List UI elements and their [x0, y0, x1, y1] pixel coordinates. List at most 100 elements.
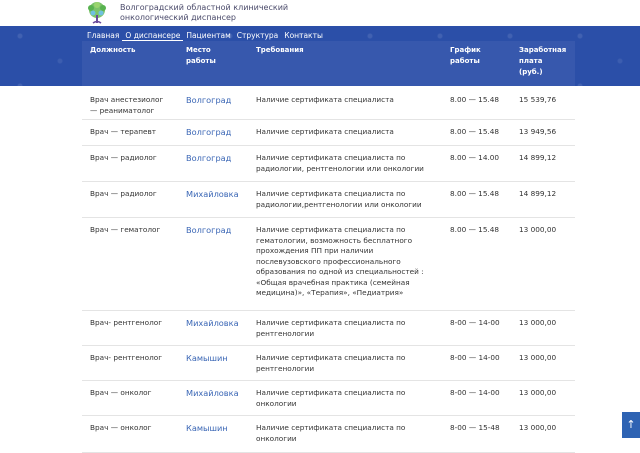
header-salary-l2: плата: [519, 57, 543, 65]
requirements-cell-line: Наличие сертификата специалиста по: [256, 153, 406, 162]
schedule-cell-line: 8-00 — 14-00: [450, 388, 500, 397]
position-cell: Врач — гематолог: [90, 225, 185, 236]
requirements-cell-line: образования по одной из специальностей :: [256, 267, 424, 276]
requirements-cell: Наличие сертификата специалиста: [256, 95, 446, 106]
schedule-cell: 8.00 — 15.48: [450, 95, 514, 106]
header-position: Должность: [90, 46, 136, 54]
position-cell: Врач — терапевт: [90, 127, 185, 138]
location-link-line: Волгоград: [186, 225, 232, 235]
location-link-line: Волгоград: [186, 95, 232, 105]
requirements-cell-line: онкологии: [256, 398, 297, 408]
position-cell: Врач — радиолог: [90, 189, 185, 200]
table-row: Врач — гематолог Волгоград Наличие сертифи…: [82, 217, 575, 311]
schedule-cell-line: 8.00 — 14.00: [450, 153, 500, 162]
requirements-cell-line: Наличие сертификата специалиста по: [256, 189, 406, 198]
salary-cell: 13 000,00: [519, 423, 579, 434]
header-schedule-l1: График: [450, 46, 481, 54]
requirements-cell-line: Наличие сертификата специалиста по: [256, 353, 406, 362]
requirements-cell-line: онкологии: [256, 433, 297, 443]
location-link[interactable]: Волгоград: [186, 153, 256, 164]
table-row: Врач анестезиолог — реаниматолог Волгоград…: [82, 87, 575, 120]
location-link-line: Камышин: [186, 353, 228, 363]
position-cell: Врач- рентгенолог: [90, 318, 185, 329]
salary-cell-line: 15 539,76: [519, 95, 557, 104]
location-link[interactable]: Михайловка: [186, 318, 256, 329]
salary-cell: 13 000,00: [519, 388, 579, 399]
org-name-line1: Волгоградский областной клинический: [120, 3, 289, 12]
table-row: Врач — онколог Михайловка Наличие сертифик…: [82, 380, 575, 416]
requirements-cell-line: гематологии, возможность бесплатного: [256, 235, 413, 245]
salary-cell: 14 899,12: [519, 153, 579, 164]
table-row: Врач — онколог Камышин Наличие сертификата…: [82, 415, 575, 453]
location-link-line: Камышин: [186, 423, 228, 433]
nav-patients[interactable]: Пациентам: [183, 30, 233, 41]
schedule-cell-line: 8.00 — 15.48: [450, 127, 500, 136]
schedule-cell: 8.00 — 15.48: [450, 127, 514, 138]
requirements-cell-line: Наличие сертификата специалиста: [256, 127, 394, 136]
salary-cell: 13 000,00: [519, 225, 579, 236]
location-link-line: Михайловка: [186, 189, 239, 199]
requirements-cell: Наличие сертификата специалиста: [256, 127, 446, 138]
location-link-line: Михайловка: [186, 388, 239, 398]
salary-cell-line: 13 949,56: [519, 127, 557, 136]
scroll-top-button[interactable]: ↑: [622, 412, 640, 438]
location-link[interactable]: Камышин: [186, 423, 256, 434]
arrow-up-icon: ↑: [626, 418, 636, 431]
requirements-cell: Наличие сертификата специалиста по рентге…: [256, 318, 446, 339]
location-link[interactable]: Михайловка: [186, 189, 256, 200]
position-cell-line: Врач — онколог: [90, 388, 152, 397]
position-cell: Врач — онколог: [90, 388, 185, 399]
salary-cell-line: 14 899,12: [519, 189, 557, 198]
position-cell: Врач — радиолог: [90, 153, 185, 164]
salary-cell-line: 13 000,00: [519, 225, 557, 234]
requirements-cell: Наличие сертификата специалиста по радиол…: [256, 189, 446, 210]
header-salary-l1: Заработная: [519, 46, 567, 54]
schedule-cell: 8-00 — 14-00: [450, 353, 514, 364]
requirements-cell: Наличие сертификата специалиста по рентге…: [256, 353, 446, 374]
position-cell: Врач- рентгенолог: [90, 353, 185, 364]
salary-cell-line: 13 000,00: [519, 318, 557, 327]
position-cell-line: Врач — радиолог: [90, 153, 157, 162]
location-link[interactable]: Волгоград: [186, 95, 256, 106]
requirements-cell-line: рентгенологии: [256, 363, 315, 373]
salary-cell: 15 539,76: [519, 95, 579, 106]
nav-contacts[interactable]: Контакты: [281, 30, 326, 41]
table-row: Врач — радиолог Волгоград Наличие сертифик…: [82, 145, 575, 182]
position-cell-line: Врач- рентгенолог: [90, 353, 163, 362]
requirements-cell: Наличие сертификата специалиста по онколо…: [256, 423, 446, 444]
site-header: Волгоградский областной клинический онко…: [0, 0, 640, 26]
table-row: Врач — радиолог Михайловка Наличие сертифи…: [82, 181, 575, 218]
nav-structure[interactable]: Структура: [234, 30, 282, 41]
position-cell-line: Врач- рентгенолог: [90, 318, 163, 327]
location-link[interactable]: Камышин: [186, 353, 256, 364]
location-link[interactable]: Волгоград: [186, 127, 256, 138]
position-cell-line: Врач — гематолог: [90, 225, 161, 234]
requirements-cell-line: рентгенологии: [256, 328, 315, 338]
table-row: Врач — терапевт Волгоград Наличие сертифик…: [82, 119, 575, 146]
salary-cell: 13 000,00: [519, 353, 579, 364]
salary-cell-line: 13 000,00: [519, 353, 557, 362]
table-header: Должность Место работы Требования График…: [82, 41, 575, 86]
nav-about[interactable]: О диспансере: [122, 30, 184, 41]
location-link-line: Волгоград: [186, 153, 232, 163]
nav-home[interactable]: Главная: [84, 30, 122, 41]
main-nav: Главная О диспансере Пациентам Структура…: [84, 30, 326, 41]
salary-cell: 13 949,56: [519, 127, 579, 138]
requirements-cell-line: «Общая врачебная практика (семейная: [256, 277, 410, 287]
salary-cell: 13 000,00: [519, 318, 579, 329]
location-link[interactable]: Михайловка: [186, 388, 256, 399]
requirements-cell: Наличие сертификата специалиста по онколо…: [256, 388, 446, 409]
location-link[interactable]: Волгоград: [186, 225, 256, 236]
schedule-cell: 8-00 — 15-48: [450, 423, 514, 434]
header-schedule-l2: работы: [450, 57, 480, 65]
position-cell: Врач — онколог: [90, 423, 185, 434]
schedule-cell-line: 8.00 — 15.48: [450, 95, 500, 104]
org-name: Волгоградский областной клинический онко…: [120, 3, 288, 23]
logo-tree-icon[interactable]: [84, 1, 110, 25]
header-salary-l3: (руб.): [519, 68, 543, 76]
table-row: Врач- рентгенолог Михайловка Наличие серти…: [82, 310, 575, 346]
header-location: Место работы: [186, 45, 216, 67]
schedule-cell: 8.00 — 15.48: [450, 225, 514, 236]
requirements-cell-line: Наличие сертификата специалиста по: [256, 388, 406, 397]
schedule-cell: 8.00 — 15.48: [450, 189, 514, 200]
